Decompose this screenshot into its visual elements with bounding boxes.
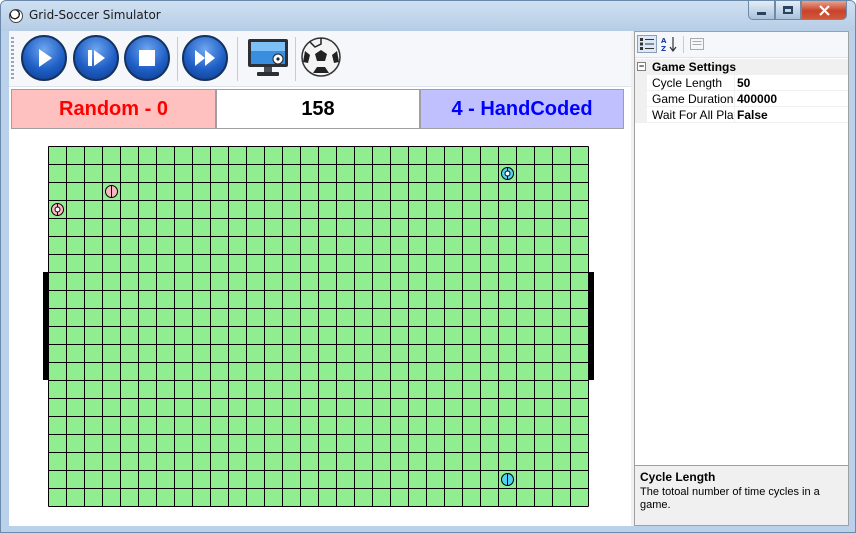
app-window: Grid-Soccer Simulator Random - 0 158 4 -… xyxy=(0,0,856,533)
pink-player xyxy=(51,203,64,216)
step-forward-icon xyxy=(88,50,105,66)
property-row-cycle-length[interactable]: Cycle Length 50 xyxy=(635,75,848,91)
step-button[interactable] xyxy=(73,35,119,81)
soccer-field[interactable] xyxy=(48,146,589,507)
categorized-icon xyxy=(640,38,654,50)
property-grid-toolbar: A Z xyxy=(635,32,848,58)
soccer-ball-button[interactable] xyxy=(299,35,343,79)
help-title: Cycle Length xyxy=(640,470,716,484)
fast-forward-button[interactable] xyxy=(182,35,228,81)
monitor-icon xyxy=(248,39,288,76)
client-area: Random - 0 158 4 - HandCoded A Z − Game … xyxy=(9,31,849,526)
property-name: Game Duration xyxy=(652,92,734,106)
maximize-button[interactable] xyxy=(775,1,801,20)
category-label: Game Settings xyxy=(652,60,737,74)
row-margin xyxy=(635,107,647,123)
field-panel xyxy=(9,131,631,526)
toolbar-separator xyxy=(295,37,296,81)
close-button[interactable] xyxy=(801,1,847,20)
property-value[interactable]: 50 xyxy=(737,76,750,90)
toolbar-separator xyxy=(683,36,684,53)
property-help-panel: Cycle Length The totoal number of time c… xyxy=(635,465,848,525)
toolbar-separator xyxy=(237,37,238,81)
alphabetical-view-button[interactable]: A Z xyxy=(660,35,680,53)
column-divider xyxy=(734,91,735,107)
window-title: Grid-Soccer Simulator xyxy=(29,8,161,22)
property-row-game-duration[interactable]: Game Duration 400000 xyxy=(635,91,848,107)
property-list: − Game Settings Cycle Length 50 Game Dur… xyxy=(635,59,848,465)
svg-text:A: A xyxy=(661,37,667,45)
close-icon xyxy=(818,4,830,16)
property-value[interactable]: False xyxy=(737,108,768,122)
play-button[interactable] xyxy=(21,35,67,81)
row-margin xyxy=(635,75,647,91)
toolbar-grip[interactable] xyxy=(11,37,14,81)
stop-button[interactable] xyxy=(124,35,170,81)
app-icon xyxy=(9,9,23,23)
maximize-icon xyxy=(783,6,793,14)
property-name: Cycle Length xyxy=(652,76,723,90)
property-name: Wait For All Players xyxy=(652,108,734,122)
soccer-ball-icon xyxy=(301,37,341,77)
left-team-score: Random - 0 xyxy=(11,89,216,129)
blue-player xyxy=(501,167,514,180)
property-value[interactable]: 400000 xyxy=(737,92,777,106)
property-pages-button[interactable] xyxy=(687,35,707,53)
scoreboard: Random - 0 158 4 - HandCoded xyxy=(11,89,624,129)
fast-forward-icon xyxy=(195,50,215,66)
minimize-button[interactable] xyxy=(748,1,775,20)
category-game-settings[interactable]: − Game Settings xyxy=(635,59,848,75)
main-toolbar xyxy=(9,31,631,87)
cycle-counter: 158 xyxy=(216,89,420,129)
sort-alpha-icon: A Z xyxy=(661,37,677,52)
property-pages-icon xyxy=(690,38,704,50)
toolbar-separator xyxy=(177,37,178,81)
collapse-icon[interactable]: − xyxy=(637,62,646,71)
property-row-wait-for-all-players[interactable]: Wait For All Players False xyxy=(635,107,848,123)
help-description: The totoal number of time cycles in a ga… xyxy=(640,486,820,511)
categorized-view-button[interactable] xyxy=(637,35,657,53)
right-team-score: 4 - HandCoded xyxy=(420,89,624,129)
title-bar[interactable]: Grid-Soccer Simulator xyxy=(1,1,855,31)
column-divider xyxy=(734,75,735,91)
property-grid: A Z − Game Settings Cycle Length 50 Game… xyxy=(634,31,849,526)
row-margin xyxy=(635,91,647,107)
play-icon xyxy=(39,49,52,67)
ball xyxy=(504,170,511,177)
svg-text:Z: Z xyxy=(661,45,666,52)
monitor-button[interactable] xyxy=(245,37,291,79)
minimize-icon xyxy=(757,11,766,15)
pink-player xyxy=(105,185,118,198)
blue-player xyxy=(501,473,514,486)
stop-icon xyxy=(139,50,155,66)
column-divider xyxy=(734,107,735,123)
ball xyxy=(54,206,61,213)
